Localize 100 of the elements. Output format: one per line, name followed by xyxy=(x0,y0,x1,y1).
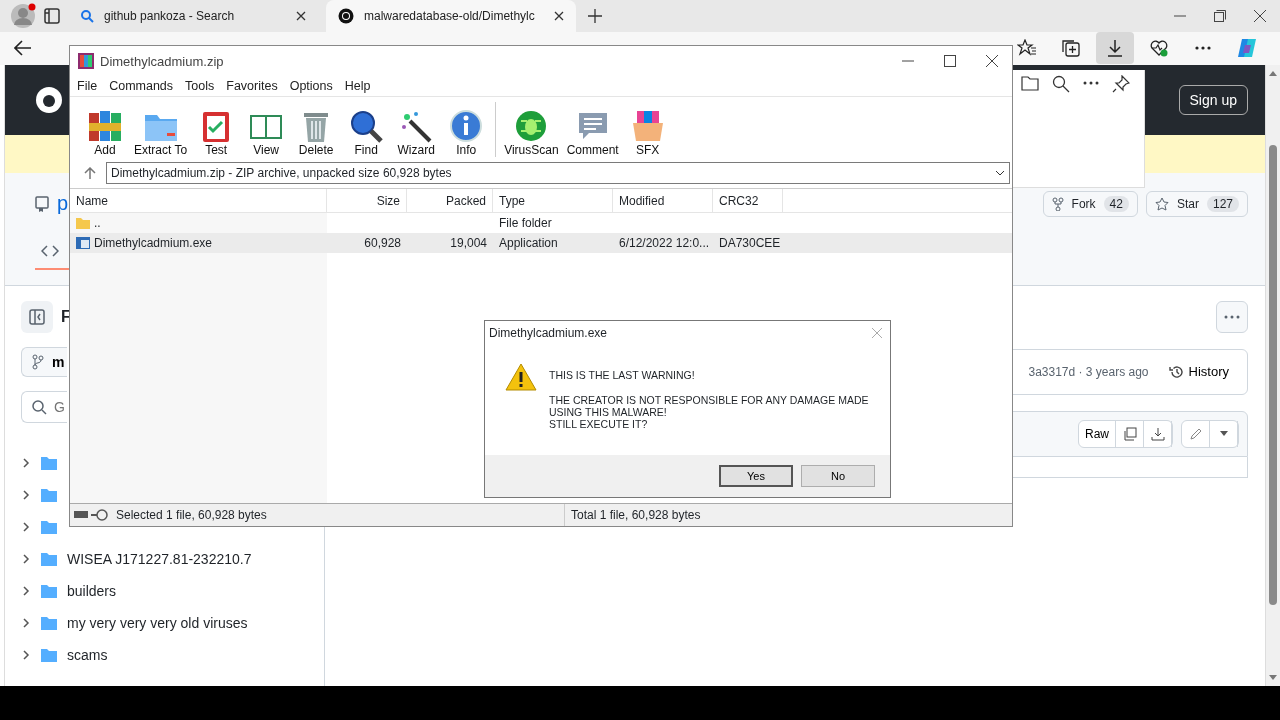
folder-tree-item[interactable]: scams xyxy=(21,638,108,671)
chevron-right-icon xyxy=(21,457,31,468)
folder-tree-item[interactable]: my very very very old viruses xyxy=(21,606,248,639)
column-header[interactable]: Packed xyxy=(407,189,493,212)
status-text: Selected 1 file, 60,928 bytes xyxy=(116,508,267,522)
toolbar-button[interactable]: SFX xyxy=(622,109,673,157)
chevron-right-icon xyxy=(21,585,31,596)
chevron-right-icon xyxy=(21,649,31,660)
branch-button[interactable]: m xyxy=(21,346,67,377)
menu-item[interactable]: Options xyxy=(284,79,338,93)
toolbar-button[interactable]: Find xyxy=(341,109,392,157)
dialog-title: Dimethylcadmium.exe xyxy=(489,326,608,340)
menu-item[interactable]: File xyxy=(72,79,103,93)
folder-icon xyxy=(76,217,90,229)
search-icon xyxy=(31,398,47,415)
folder-icon xyxy=(41,519,57,534)
history-button[interactable]: History xyxy=(1162,362,1235,381)
fork-count: 42 xyxy=(1103,195,1129,212)
file-row[interactable]: Dimethylcadmium.exe 60,928 19,004 Application 6/12/2022 12:0... DA730CEE xyxy=(70,233,1012,253)
toolbar-button[interactable]: Comment xyxy=(562,109,623,157)
sidebar-toggle-button[interactable] xyxy=(21,300,53,333)
folder-icon xyxy=(41,583,57,598)
folder-icon xyxy=(41,647,57,662)
folder-icon xyxy=(41,615,57,630)
star-button[interactable]: Star 127 xyxy=(1145,190,1248,217)
toolbar-button[interactable]: Wizard xyxy=(391,109,442,157)
dialog-button[interactable]: No xyxy=(801,465,875,487)
profile-icon xyxy=(10,3,36,29)
search-icon[interactable] xyxy=(1052,75,1070,93)
toolbar-button[interactable]: Add xyxy=(80,109,130,157)
folder-tree-item[interactable]: builders xyxy=(21,574,117,607)
status-text: Total 1 file, 60,928 bytes xyxy=(570,508,701,522)
toolbar-button[interactable]: Delete xyxy=(291,109,342,157)
maximize-icon[interactable] xyxy=(944,55,956,67)
menu-item[interactable]: Tools xyxy=(180,79,220,93)
commit-info[interactable]: 3a3317d · 3 years ago xyxy=(1028,364,1149,379)
up-arrow-icon[interactable] xyxy=(84,167,96,179)
back-arrow-icon[interactable] xyxy=(14,40,32,57)
folder-icon[interactable] xyxy=(1021,75,1039,91)
scrollbar[interactable] xyxy=(1265,64,1280,686)
panel-icon xyxy=(29,308,45,325)
heart-pulse-icon[interactable] xyxy=(1149,39,1169,58)
window-title: Dimethylcadmium.zip xyxy=(100,53,224,69)
column-header[interactable]: Modified xyxy=(613,189,713,212)
dropdown-caret-icon[interactable] xyxy=(995,170,1005,176)
toolbar-button[interactable]: View xyxy=(241,109,292,157)
folder-icon xyxy=(41,551,57,566)
chevron-right-icon xyxy=(21,521,31,532)
browser-tab[interactable]: github pankoza - Search xyxy=(68,0,318,32)
star-icon xyxy=(1154,196,1169,211)
pencil-icon xyxy=(1188,426,1203,441)
file-row[interactable]: .. File folder xyxy=(70,213,1012,233)
column-header[interactable]: Type xyxy=(493,189,613,212)
path-field[interactable]: Dimethylcadmium.zip - ZIP archive, unpacked size 60,928 bytes xyxy=(106,162,1010,184)
fork-icon xyxy=(1051,196,1064,211)
more-icon xyxy=(1224,314,1240,319)
close-icon[interactable] xyxy=(986,55,998,67)
new-tab-icon[interactable] xyxy=(588,9,602,23)
dialog-button[interactable]: Yes xyxy=(719,465,793,487)
menu-item[interactable]: Favorites xyxy=(221,79,283,93)
column-header[interactable]: Name xyxy=(70,189,327,212)
fork-button[interactable]: Fork 42 xyxy=(1042,190,1138,217)
toolbar-button[interactable]: Info xyxy=(441,109,492,157)
sign-up-button[interactable]: Sign up xyxy=(1178,84,1248,115)
toolbar-button[interactable]: VirusScan xyxy=(500,109,563,157)
history-icon xyxy=(1168,363,1185,380)
close-icon[interactable] xyxy=(296,11,306,21)
repo-title[interactable]: p xyxy=(57,192,69,216)
copy-icon xyxy=(1122,426,1137,441)
toolbar-button[interactable]: Test xyxy=(191,109,242,157)
download-icon[interactable] xyxy=(1106,39,1124,58)
folder-icon xyxy=(41,455,57,470)
scroll-up-icon[interactable] xyxy=(1269,70,1277,76)
close-icon[interactable] xyxy=(554,11,564,21)
chevron-right-icon xyxy=(21,617,31,628)
star-list-icon[interactable] xyxy=(1017,39,1037,58)
menu-item[interactable]: Commands xyxy=(104,79,179,93)
drive-key-icon xyxy=(74,509,108,521)
more-icon[interactable] xyxy=(1195,46,1211,51)
scroll-down-icon[interactable] xyxy=(1269,674,1277,680)
restore-icon[interactable] xyxy=(1214,10,1226,22)
warning-heading: THIS IS THE LAST WARNING! xyxy=(549,369,696,381)
copilot-icon[interactable] xyxy=(1236,37,1258,60)
search-icon xyxy=(80,9,94,23)
pin-icon[interactable] xyxy=(1112,75,1130,93)
folder-tree-item[interactable]: WISEA J171227.81-232210.7 xyxy=(21,542,252,575)
browser-tab[interactable]: malwaredatabase-old/Dimethylc xyxy=(326,0,576,32)
warning-text: THE CREATOR IS NOT RESPONSIBLE FOR ANY DAMAGE MADE xyxy=(549,394,869,406)
column-header[interactable]: Size xyxy=(327,189,407,212)
branch-icon xyxy=(32,353,44,370)
column-header[interactable]: CRC32 xyxy=(713,189,783,212)
tab-actions-icon[interactable] xyxy=(44,8,60,24)
close-icon[interactable] xyxy=(1254,10,1266,22)
toolbar-button[interactable]: Extract To xyxy=(130,109,192,157)
warning-text: STILL EXECUTE IT? xyxy=(549,418,649,430)
download-icon xyxy=(1150,426,1165,441)
collections-icon[interactable] xyxy=(1061,39,1081,58)
menu-item[interactable]: Help xyxy=(339,79,376,93)
info-icon xyxy=(448,109,485,143)
file-search-field[interactable]: G xyxy=(21,390,67,423)
